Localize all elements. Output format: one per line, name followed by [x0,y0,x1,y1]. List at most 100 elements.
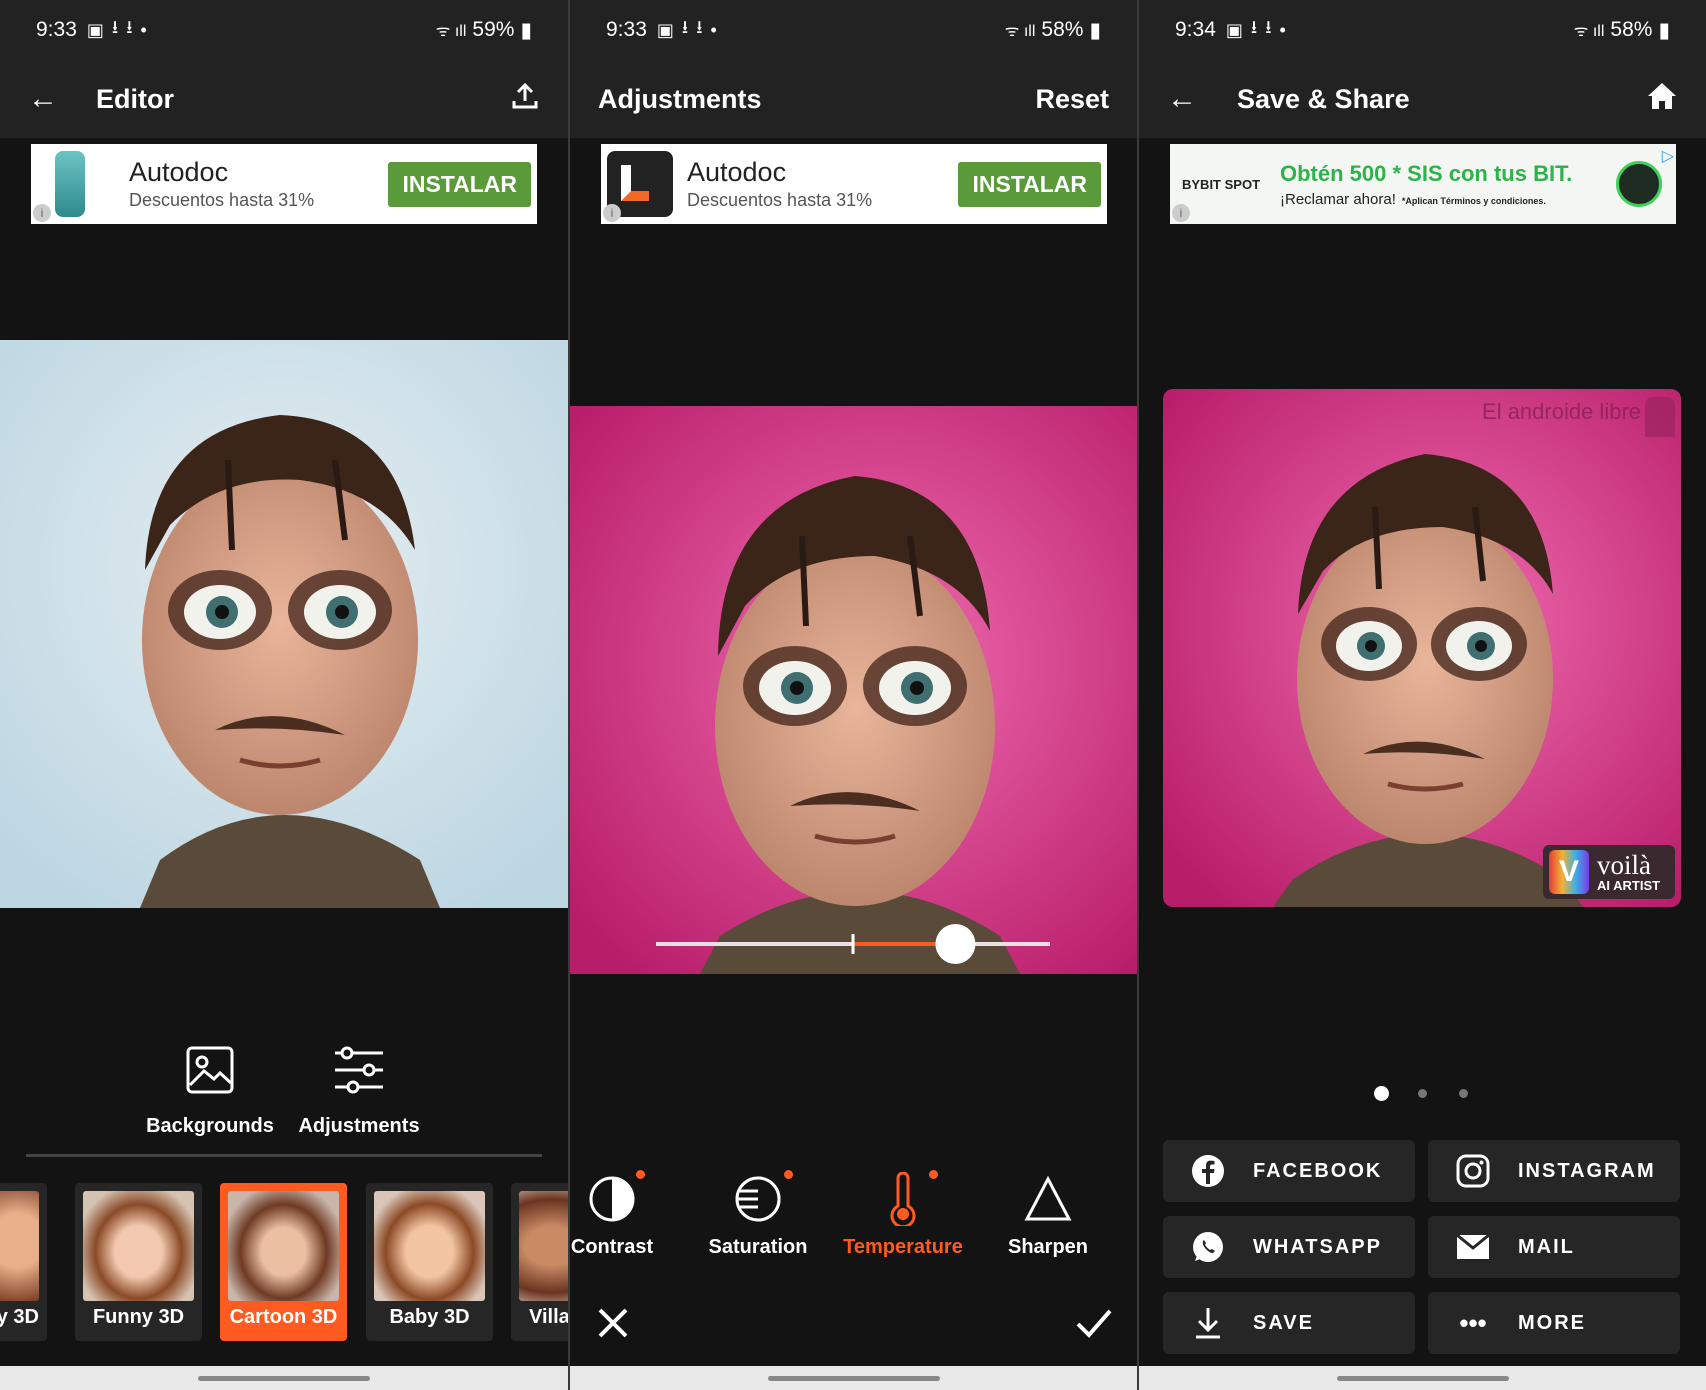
saturation-tool[interactable]: Saturation [688,1170,828,1259]
app-bar: ← Save & Share [1139,60,1706,138]
battery-icon: ▮ [520,18,532,42]
page-title: Adjustments [598,83,762,114]
style-thumb-selected[interactable]: Cartoon 3D [220,1183,347,1341]
contrast-tool[interactable]: Contrast [570,1170,682,1259]
modified-indicator [784,1170,793,1179]
sliders-icon [284,1045,434,1103]
ad-choices-icon[interactable]: ▷ [1662,146,1674,166]
status-bar: 9:34 ▣ ⭳ ⭳ • ᯤ ıll 58% ▮ [1139,0,1706,60]
ad-info-icon[interactable]: i [603,204,621,222]
ad-subtitle: Descuentos hasta 31% [687,190,873,210]
slider-thumb[interactable] [935,924,976,964]
ad-headline: Obtén 500 * SIS con tus BIT. [1280,160,1573,186]
ad-banner[interactable]: BYBIT SPOT Obtén 500 * SIS con tus BIT. … [1170,144,1676,224]
status-time: 9:33 [606,18,647,41]
battery-percent: 59% [472,18,515,41]
instagram-share-button[interactable]: INSTAGRAM [1428,1140,1680,1202]
back-arrow-icon[interactable]: ← [1167,82,1197,116]
style-label: Villa [529,1306,568,1328]
ad-mascot-icon [1616,161,1662,207]
download-notification-icon: ⭳ [696,17,703,37]
ad-banner[interactable]: Autodoc Descuentos hasta 31% INSTALAR i [601,144,1107,224]
mail-icon [1428,1234,1518,1260]
download-icon [1163,1306,1253,1340]
voila-brand: voilà [1597,849,1651,880]
home-icon[interactable] [1646,81,1678,118]
modified-indicator [636,1170,645,1179]
save-share-screen: 9:34 ▣ ⭳ ⭳ • ᯤ ıll 58% ▮ ← Save & Share … [1139,0,1706,1390]
thermometer-icon [833,1170,973,1228]
confirm-check-icon[interactable] [1075,1306,1113,1345]
app-bar: ← Editor [0,60,568,138]
edited-photo [0,340,568,908]
screenshot-collage: 9:33 ▣ ⭳ ⭳ • ᯤ ıll 59% ▮ ← Editor Autodo… [0,0,1706,1390]
sharpen-tool[interactable]: Sharpen [978,1170,1118,1259]
ad-subtitle: Descuentos hasta 31% [129,190,315,210]
style-thumb[interactable]: Baby 3D [366,1183,493,1341]
style-preview-image [0,1191,39,1301]
mail-share-button[interactable]: MAIL [1428,1216,1680,1278]
whatsapp-share-button[interactable]: WHATSAPP [1163,1216,1415,1278]
download-notification-icon: ⭳ [111,17,119,37]
reset-button[interactable]: Reset [1035,84,1109,115]
temperature-slider[interactable] [656,922,1050,966]
save-button[interactable]: SAVE [1163,1292,1415,1354]
temperature-tool[interactable]: Temperature [833,1170,973,1259]
page-indicator [1139,1086,1706,1106]
style-carousel[interactable]: ty 3D Funny 3D Cartoon 3D Baby 3D Villa [0,1183,568,1341]
facebook-share-button[interactable]: FACEBOOK [1163,1140,1415,1202]
install-button[interactable]: INSTALAR [388,161,531,207]
status-bar: 9:33 ▣ ⭳ ⭳ • ᯤ ıll 59% ▮ [0,0,568,60]
ad-info-icon[interactable]: i [1172,204,1190,222]
backgrounds-tool[interactable]: Backgrounds [140,1045,280,1138]
instagram-icon [1428,1154,1518,1188]
voila-badge: V voilà AI ARTIST [1543,845,1675,899]
wifi-signal-icon: ᯤ ıll [435,23,467,40]
system-nav-bar [570,1366,1137,1390]
home-gesture-pill[interactable] [767,1376,940,1381]
battery-icon: ▮ [1658,18,1670,42]
page-dot-active [1374,1086,1389,1101]
gallery-notification-icon: ▣ [656,19,674,40]
share-label: MORE [1518,1311,1586,1334]
ad-title: Autodoc [687,157,787,187]
system-nav-bar [1139,1366,1706,1390]
adjustments-tool[interactable]: Adjustments [284,1045,434,1138]
status-bar: 9:33 ▣ ⭳ ⭳ • ᯤ ıll 58% ▮ [570,0,1137,60]
ad-banner[interactable]: Autodoc Descuentos hasta 31% INSTALAR i [31,144,537,224]
style-preview-image [519,1191,568,1301]
home-gesture-pill[interactable] [1336,1376,1509,1381]
style-thumb[interactable]: Funny 3D [75,1183,202,1341]
adjustments-label: Adjustments [298,1115,420,1137]
upload-share-icon[interactable] [510,81,540,118]
download-notification-icon: ⭳ [1250,17,1258,37]
more-button[interactable]: ••• MORE [1428,1292,1680,1354]
editor-tools: Backgrounds Adjustments [140,1045,434,1138]
style-thumb[interactable]: ty 3D [0,1183,47,1341]
whatsapp-icon [1163,1230,1253,1264]
style-label: Funny 3D [92,1306,185,1328]
page-title: Save & Share [1237,83,1410,114]
facebook-icon [1163,1154,1253,1188]
battery-percent: 58% [1610,18,1653,41]
cartoon-face-image [570,406,1137,974]
install-button[interactable]: INSTALAR [958,161,1101,207]
ad-info-icon[interactable]: i [33,204,51,222]
voila-logo-icon: V [1549,850,1589,894]
gallery-notification-icon: ▣ [1225,19,1243,40]
wifi-signal-icon: ᯤ ıll [1004,23,1036,40]
download-notification-icon: ⭳ [126,17,133,37]
triangle-icon [978,1170,1118,1228]
temperature-label: Temperature [843,1236,963,1258]
page-dot [1418,1089,1427,1098]
status-time: 9:34 [1175,18,1216,41]
back-arrow-icon[interactable]: ← [28,82,58,116]
status-time: 9:33 [36,18,77,41]
ad-brand: BYBIT SPOT [1182,176,1261,192]
home-gesture-pill[interactable] [198,1376,370,1381]
contrast-icon [570,1170,682,1228]
style-thumb[interactable]: Villa [511,1183,568,1341]
share-label: WHATSAPP [1253,1235,1382,1258]
cancel-close-icon[interactable] [596,1306,630,1345]
more-notifications-icon: • [1279,19,1286,40]
